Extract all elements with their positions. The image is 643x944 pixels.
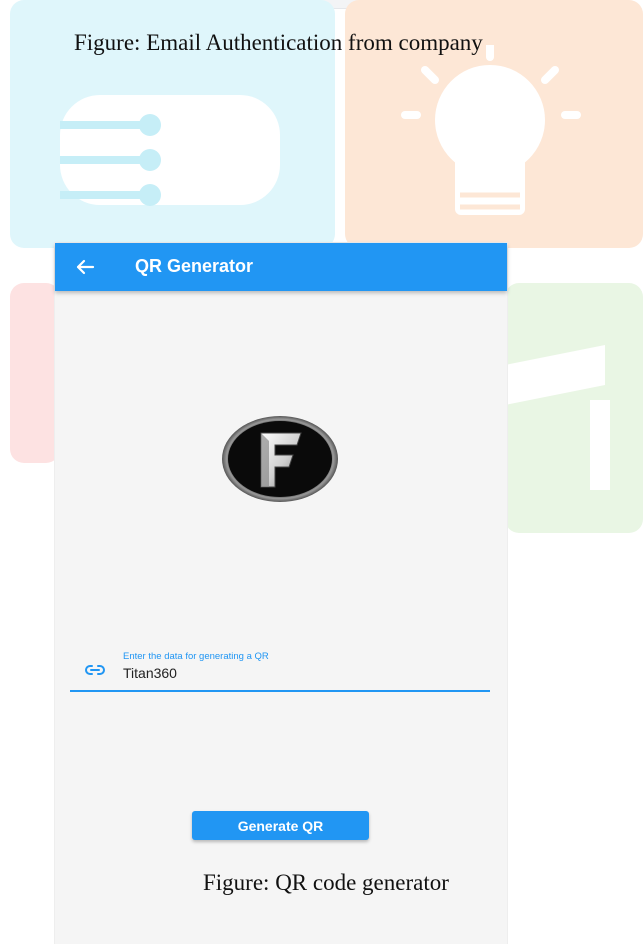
phone-screen: QR Generator Enter the data for generati… xyxy=(55,243,507,944)
generate-qr-button[interactable]: Generate QR xyxy=(192,811,369,840)
link-icon xyxy=(85,665,105,675)
qr-data-input[interactable] xyxy=(123,665,423,681)
arrow-left-icon xyxy=(76,259,95,275)
app-logo xyxy=(221,415,339,503)
graduation-cap-watermark-icon xyxy=(505,345,610,490)
figure-caption-bottom: Figure: QR code generator xyxy=(203,870,449,895)
lightbulb-watermark-icon xyxy=(401,45,581,215)
qr-data-field[interactable]: Enter the data for generating a QR xyxy=(70,648,490,692)
f-logo-icon xyxy=(222,416,338,502)
app-bar: QR Generator xyxy=(55,243,507,291)
circuit-watermark-icon xyxy=(60,95,280,206)
figure-caption-top: Figure: Email Authentication from compan… xyxy=(74,30,483,55)
page-title: QR Generator xyxy=(135,256,254,276)
back-button[interactable] xyxy=(71,253,99,281)
watermark-tile-red xyxy=(10,283,60,463)
field-label: Enter the data for generating a QR xyxy=(123,651,269,662)
